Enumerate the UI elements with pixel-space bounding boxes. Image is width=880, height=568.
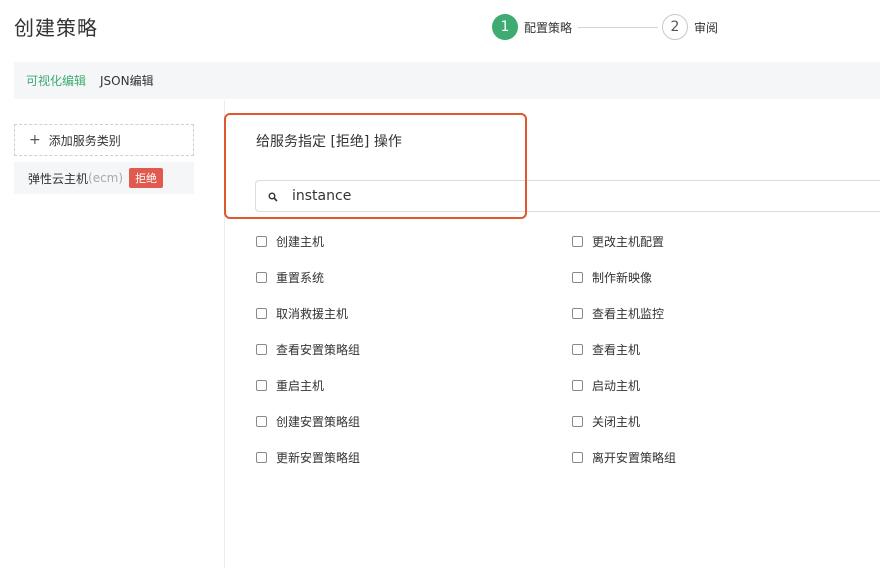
checkbox[interactable] — [572, 451, 583, 463]
action-label: 查看主机 — [592, 342, 641, 357]
action-checkbox-item[interactable]: 关闭主机 — [572, 412, 640, 430]
checkbox[interactable] — [256, 343, 267, 355]
action-checkbox-item[interactable]: 创建主机 — [256, 232, 324, 250]
action-checkbox-item[interactable]: 取消救援主机 — [256, 304, 348, 322]
checkbox[interactable] — [256, 307, 267, 319]
action-checkbox-item[interactable]: 重置系统 — [256, 268, 324, 286]
checkbox[interactable] — [256, 415, 267, 427]
step-1: 1 配置策略 — [492, 14, 572, 40]
edit-mode-tabs: 可视化编辑 JSON编辑 — [14, 62, 880, 99]
checkbox[interactable] — [572, 235, 583, 247]
plus-icon: + — [29, 132, 41, 148]
service-abbr: (ecm) — [88, 171, 124, 185]
action-label: 查看安置策略组 — [276, 342, 361, 357]
checkbox[interactable] — [572, 271, 583, 283]
action-checkbox-item[interactable]: 查看安置策略组 — [256, 340, 360, 358]
step-2-number: 2 — [662, 14, 689, 40]
action-label: 取消救援主机 — [276, 306, 349, 321]
step-connector — [578, 26, 659, 28]
checkbox[interactable] — [256, 379, 267, 391]
add-service-label: 添加服务类别 — [48, 133, 121, 148]
tab-visual-edit[interactable]: 可视化编辑 — [26, 72, 86, 89]
checkbox[interactable] — [256, 271, 267, 283]
search-input[interactable] — [292, 188, 852, 204]
step-1-number: 1 — [492, 14, 518, 40]
effect-badge: 拒绝 — [129, 168, 164, 188]
action-label: 启动主机 — [592, 378, 641, 393]
step-2-label: 审阅 — [694, 20, 719, 35]
action-checkbox-item[interactable]: 创建安置策略组 — [256, 412, 360, 430]
add-service-button[interactable]: + 添加服务类别 — [14, 124, 194, 156]
action-search-field[interactable] — [255, 180, 880, 212]
action-checkbox-item[interactable]: 制作新映像 — [572, 268, 652, 286]
checkbox[interactable] — [572, 307, 583, 319]
action-checkbox-item[interactable]: 启动主机 — [572, 376, 640, 394]
action-checkbox-item[interactable]: 重启主机 — [256, 376, 324, 394]
action-checkbox-item[interactable]: 查看主机 — [572, 340, 640, 358]
action-checkbox-item[interactable]: 查看主机监控 — [572, 304, 664, 322]
action-label: 更改主机配置 — [592, 234, 665, 249]
column-divider — [224, 100, 225, 568]
step-1-label: 配置策略 — [524, 20, 573, 35]
action-label: 关闭主机 — [592, 414, 641, 429]
panel-title: 给服务指定 [拒绝] 操作 — [256, 134, 402, 150]
service-name: 弹性云主机 — [28, 171, 89, 186]
action-label: 重启主机 — [276, 378, 325, 393]
action-label: 重置系统 — [276, 270, 325, 285]
action-checkbox-item[interactable]: 离开安置策略组 — [572, 448, 676, 466]
action-label: 创建主机 — [276, 234, 325, 249]
step-indicator: 1 配置策略 2 审阅 — [492, 13, 718, 41]
tab-json-edit[interactable]: JSON编辑 — [100, 72, 154, 89]
page-title: 创建策略 — [14, 16, 98, 40]
action-label: 创建安置策略组 — [276, 414, 361, 429]
checkbox[interactable] — [572, 415, 583, 427]
action-label: 制作新映像 — [592, 270, 653, 285]
action-checkbox-item[interactable]: 更新安置策略组 — [256, 448, 360, 466]
checkbox[interactable] — [572, 379, 583, 391]
service-item-ecm[interactable]: 弹性云主机 (ecm) 拒绝 — [14, 162, 194, 194]
step-2: 2 审阅 — [662, 14, 718, 40]
checkbox[interactable] — [572, 343, 583, 355]
checkbox[interactable] — [256, 235, 267, 247]
action-label: 离开安置策略组 — [592, 450, 677, 465]
action-checkbox-item[interactable]: 更改主机配置 — [572, 232, 664, 250]
search-icon — [268, 187, 292, 206]
action-label: 更新安置策略组 — [276, 450, 361, 465]
checkbox[interactable] — [256, 451, 267, 463]
action-label: 查看主机监控 — [592, 306, 665, 321]
